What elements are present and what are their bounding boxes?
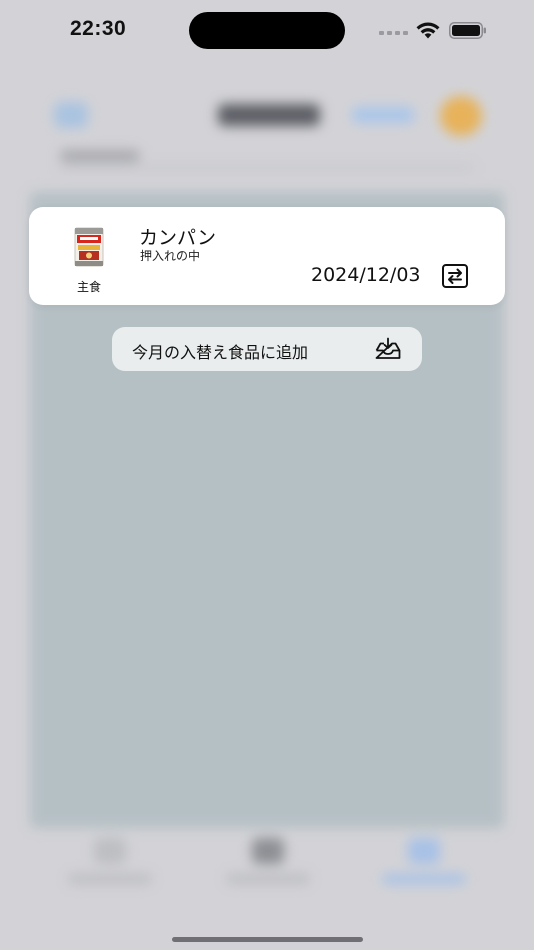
background-divider [60,166,474,170]
background-tab-3 [382,838,466,884]
add-to-monthly-replacement-button[interactable]: 今月の入替え食品に追加 [112,327,422,371]
blurred-background [0,0,534,950]
background-nav-button [352,107,414,123]
home-indicator[interactable] [172,937,363,942]
food-name: カンパン [139,227,216,249]
food-item-card[interactable]: 主食 カンパン 押入れの中 2024/12/03 [29,207,505,305]
dynamic-island [189,12,345,49]
background-subtitle [60,150,140,162]
background-avatar [440,96,482,136]
background-tab-2 [226,838,310,884]
battery-icon [449,22,486,39]
background-back-button [54,102,88,128]
background-tab-1 [68,838,152,884]
cellular-signal-icon [379,31,408,35]
expiration-date: 2024/12/03 [311,264,421,286]
swap-arrows-icon[interactable] [441,263,469,289]
add-to-monthly-label: 今月の入替え食品に追加 [132,343,309,362]
wifi-icon [416,22,440,39]
storage-location: 押入れの中 [140,249,201,263]
kanpan-can-image [74,227,104,267]
status-time: 22:30 [70,17,127,40]
background-nav-title [218,104,320,126]
tray-download-icon [375,337,401,359]
food-category-label: 主食 [76,280,101,294]
